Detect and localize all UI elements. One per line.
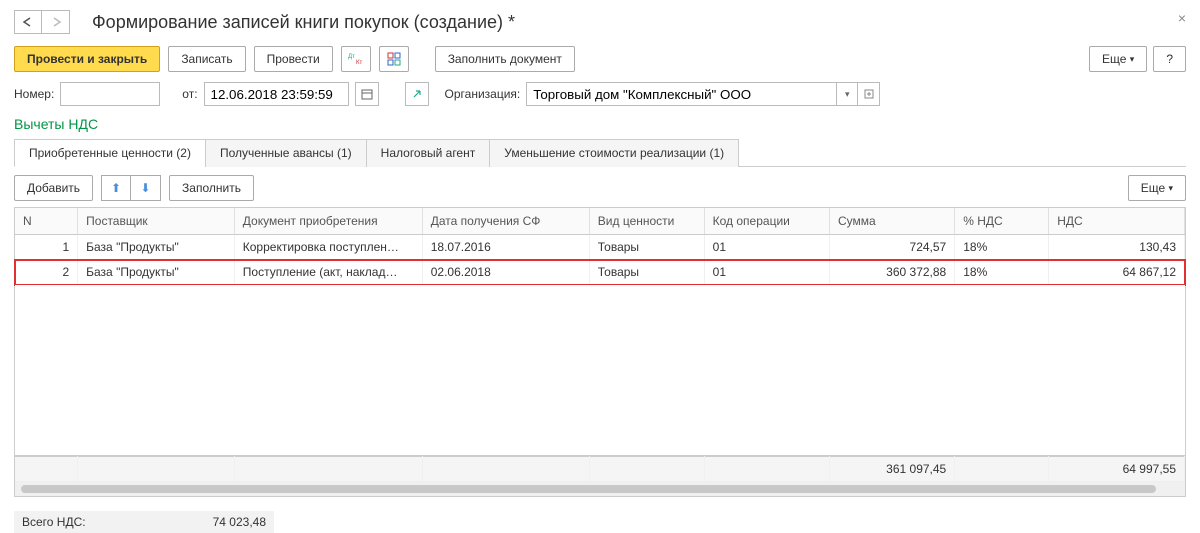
total-nds-row: Всего НДС: 74 023,48 bbox=[14, 511, 274, 533]
grid-empty-area bbox=[15, 285, 1185, 456]
table-row[interactable]: 1 База "Продукты" Корректировка поступле… bbox=[15, 235, 1185, 260]
section-title: Вычеты НДС bbox=[14, 116, 1186, 132]
grid-fill-button[interactable]: Заполнить bbox=[169, 175, 254, 201]
help-button[interactable]: ? bbox=[1153, 46, 1186, 72]
col-n[interactable]: N bbox=[15, 208, 78, 235]
svg-text:Дт: Дт bbox=[348, 54, 355, 60]
number-input[interactable] bbox=[60, 82, 160, 106]
col-nds[interactable]: НДС bbox=[1049, 208, 1185, 235]
dt-kt-icon[interactable]: ДтКт bbox=[341, 46, 371, 72]
save-button[interactable]: Записать bbox=[168, 46, 245, 72]
tab-agent[interactable]: Налоговый агент bbox=[366, 139, 491, 167]
post-close-button[interactable]: Провести и закрыть bbox=[14, 46, 160, 72]
hscrollbar[interactable] bbox=[15, 482, 1185, 496]
nav-forward-button[interactable] bbox=[42, 10, 70, 34]
move-down-icon[interactable]: ⬇ bbox=[131, 175, 161, 201]
from-label: от: bbox=[182, 87, 197, 101]
number-label: Номер: bbox=[14, 87, 54, 101]
link-icon[interactable] bbox=[405, 82, 429, 106]
move-up-icon[interactable]: ⬆ bbox=[101, 175, 131, 201]
calendar-icon[interactable] bbox=[355, 82, 379, 106]
col-date[interactable]: Дата получения СФ bbox=[422, 208, 589, 235]
col-sum[interactable]: Сумма bbox=[829, 208, 954, 235]
tab-acquired[interactable]: Приобретенные ценности (2) bbox=[14, 139, 206, 167]
grid-more-button[interactable]: Еще ▾ bbox=[1128, 175, 1186, 201]
org-open-icon[interactable] bbox=[858, 82, 880, 106]
col-supplier[interactable]: Поставщик bbox=[78, 208, 235, 235]
org-label: Организация: bbox=[445, 87, 521, 101]
post-button[interactable]: Провести bbox=[254, 46, 333, 72]
tab-advances[interactable]: Полученные авансы (1) bbox=[205, 139, 367, 167]
date-input[interactable] bbox=[204, 82, 349, 106]
footer-row: 361 097,45 64 997,55 bbox=[15, 457, 1185, 482]
page-title: Формирование записей книги покупок (созд… bbox=[92, 12, 515, 33]
tab-reduction[interactable]: Уменьшение стоимости реализации (1) bbox=[489, 139, 739, 167]
table-row[interactable]: 2 База "Продукты" Поступление (акт, накл… bbox=[15, 260, 1185, 285]
grid: N Поставщик Документ приобретения Дата п… bbox=[14, 207, 1186, 497]
org-input[interactable] bbox=[526, 82, 836, 106]
fill-doc-button[interactable]: Заполнить документ bbox=[435, 46, 575, 72]
close-icon[interactable]: × bbox=[1178, 10, 1186, 26]
org-dropdown-icon[interactable]: ▾ bbox=[836, 82, 858, 106]
nav-back-button[interactable] bbox=[14, 10, 42, 34]
col-op[interactable]: Код операции bbox=[704, 208, 829, 235]
svg-text:Кт: Кт bbox=[356, 60, 362, 66]
col-pct[interactable]: % НДС bbox=[955, 208, 1049, 235]
structure-icon[interactable] bbox=[379, 46, 409, 72]
add-button[interactable]: Добавить bbox=[14, 175, 93, 201]
more-button[interactable]: Еще ▾ bbox=[1089, 46, 1147, 72]
col-doc[interactable]: Документ приобретения bbox=[234, 208, 422, 235]
col-type[interactable]: Вид ценности bbox=[589, 208, 704, 235]
